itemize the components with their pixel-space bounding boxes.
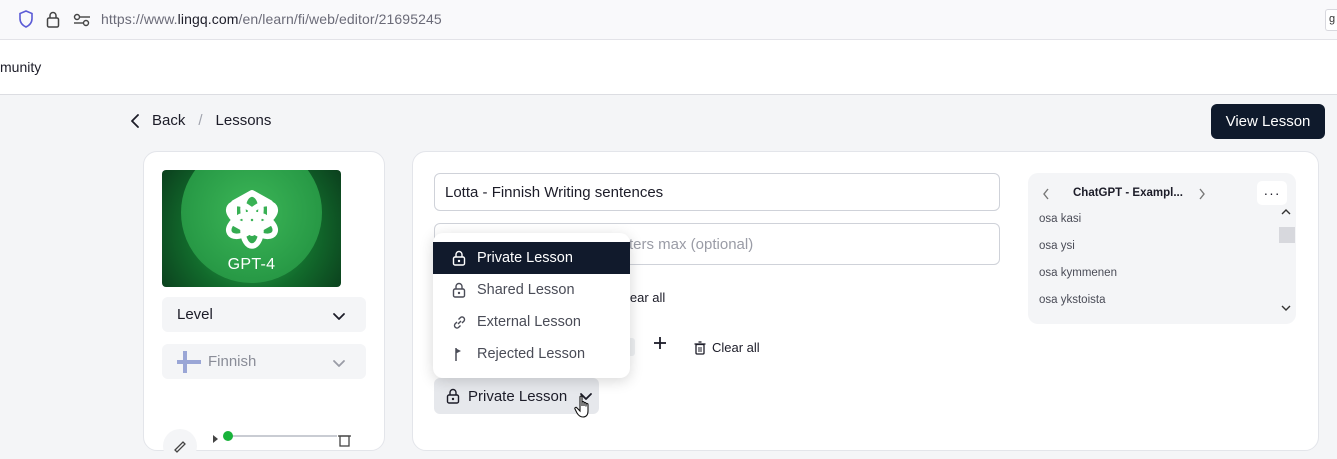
level-select[interactable]: Level bbox=[162, 297, 366, 332]
lesson-settings-card: GPT-4 Level Finnish bbox=[143, 151, 385, 459]
edit-audio-button bbox=[163, 429, 197, 459]
level-select-label: Level bbox=[177, 306, 213, 323]
description-placeholder: ters max (optional) bbox=[629, 235, 754, 253]
collection-item[interactable]: osa ykstoista bbox=[1039, 294, 1105, 306]
dropdown-item-private[interactable]: Private Lesson bbox=[433, 242, 630, 274]
dropdown-item-label: Rejected Lesson bbox=[477, 346, 586, 362]
dropdown-item-label: Private Lesson bbox=[477, 250, 573, 266]
url-path: /en/learn/fi/web/editor/21695245 bbox=[238, 11, 442, 27]
dropdown-item-external[interactable]: External Lesson bbox=[433, 306, 630, 338]
lock-icon[interactable] bbox=[46, 10, 60, 33]
url-domain: lingq.com bbox=[177, 11, 239, 27]
collection-item[interactable]: osa kasi bbox=[1039, 213, 1081, 225]
browser-url-bar: https://www.lingq.com/en/learn/fi/web/ed… bbox=[0, 0, 1337, 40]
url-text[interactable]: https://www.lingq.com/en/learn/fi/web/ed… bbox=[101, 11, 442, 27]
chevron-left-icon[interactable] bbox=[1042, 187, 1050, 205]
lock-icon bbox=[451, 250, 467, 266]
browser-edge-tab[interactable]: g bbox=[1325, 9, 1337, 31]
clear-all-label: Clear all bbox=[712, 340, 760, 355]
breadcrumb-separator: / bbox=[198, 112, 203, 129]
site-top-nav: munity bbox=[0, 40, 1337, 95]
dropdown-item-label: External Lesson bbox=[477, 314, 581, 330]
hand-cursor-icon bbox=[574, 395, 589, 418]
breadcrumb: Back / Lessons bbox=[130, 112, 271, 129]
more-options-button[interactable]: ··· bbox=[1257, 181, 1287, 205]
permissions-icon[interactable] bbox=[73, 13, 91, 32]
lock-icon bbox=[446, 388, 460, 404]
dropdown-item-label: Shared Lesson bbox=[477, 282, 575, 298]
url-prefix: https://www. bbox=[101, 11, 178, 27]
privacy-select-label: Private Lesson bbox=[468, 387, 568, 405]
link-icon bbox=[451, 315, 467, 330]
clear-all-button[interactable]: Clear all bbox=[694, 340, 760, 355]
thumbnail-text: GPT-4 bbox=[227, 256, 276, 273]
lessons-link[interactable]: Lessons bbox=[216, 112, 272, 129]
clear-tags-link[interactable]: lear all bbox=[627, 290, 665, 305]
lock-open-icon bbox=[451, 282, 467, 298]
chevron-left-icon[interactable] bbox=[130, 113, 140, 129]
collection-item[interactable]: osa ysi bbox=[1039, 240, 1075, 252]
shield-icon[interactable] bbox=[18, 10, 34, 33]
collection-title[interactable]: ChatGPT - Exampl... bbox=[1073, 187, 1183, 199]
view-lesson-button[interactable]: View Lesson bbox=[1211, 104, 1325, 139]
language-select-label: Finnish bbox=[208, 353, 257, 370]
lesson-thumbnail[interactable]: GPT-4 bbox=[162, 170, 341, 287]
dropdown-item-rejected[interactable]: Rejected Lesson bbox=[433, 338, 630, 370]
editor-subbar: Back / Lessons View Lesson bbox=[0, 95, 1337, 151]
chevron-down-icon bbox=[332, 355, 346, 372]
audio-tools-row bbox=[162, 424, 362, 459]
collection-panel: ChatGPT - Exampl... ··· osa kasi osa ysi… bbox=[1028, 173, 1296, 324]
flag-icon bbox=[451, 347, 467, 362]
privacy-dropdown-menu: Private Lesson Shared Lesson External Le… bbox=[433, 233, 630, 378]
finland-flag-icon bbox=[177, 350, 201, 373]
openai-logo-icon bbox=[225, 190, 279, 249]
dropdown-item-shared[interactable]: Shared Lesson bbox=[433, 274, 630, 306]
chevron-right-icon[interactable] bbox=[1198, 187, 1206, 205]
trash-icon bbox=[694, 340, 706, 355]
language-select[interactable]: Finnish bbox=[162, 344, 366, 379]
lesson-title-input[interactable]: Lotta - Finnish Writing sentences bbox=[434, 173, 1000, 211]
scrollbar-thumb[interactable] bbox=[1279, 227, 1295, 243]
back-link[interactable]: Back bbox=[152, 112, 185, 129]
plus-icon[interactable] bbox=[653, 336, 667, 355]
collection-scrollbar[interactable] bbox=[1278, 206, 1295, 316]
collection-item[interactable]: osa kymmenen bbox=[1039, 267, 1117, 279]
chevron-down-icon bbox=[332, 308, 346, 325]
nav-community-link[interactable]: munity bbox=[0, 59, 41, 75]
